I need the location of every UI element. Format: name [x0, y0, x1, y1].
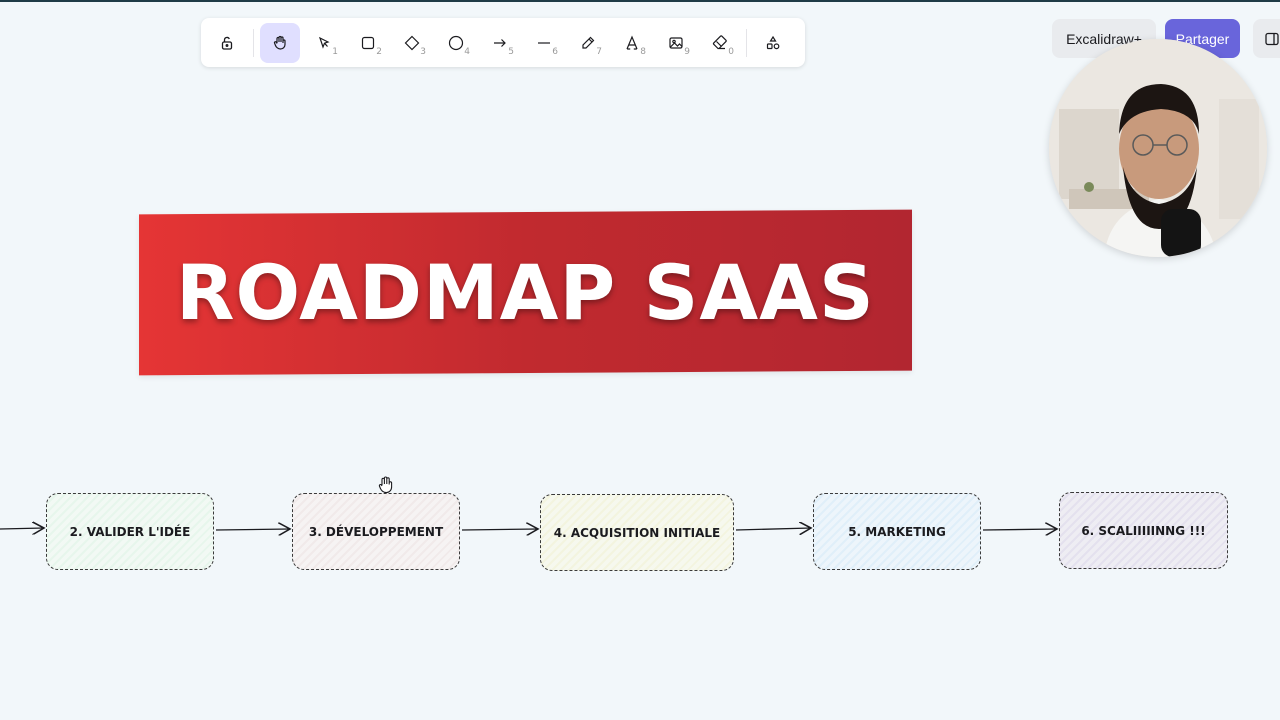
arrow-tool[interactable]: 5 — [480, 23, 520, 63]
tool-shortcut: 3 — [420, 46, 426, 57]
tool-shortcut: 9 — [684, 46, 690, 57]
rectangle-icon — [361, 36, 375, 49]
presenter-video — [1049, 39, 1267, 257]
tool-shortcut: 1 — [332, 46, 338, 57]
arrow-step-2-to-3[interactable] — [215, 529, 290, 530]
image-tool[interactable]: 9 — [656, 23, 696, 63]
arrow-step-4-to-5[interactable] — [735, 528, 811, 530]
hand-tool[interactable] — [260, 22, 300, 63]
eraser-tool[interactable]: 0 — [700, 23, 740, 63]
shapes-library-icon — [766, 35, 780, 49]
selection-icon — [318, 36, 330, 49]
sidebar-toggle-icon — [1265, 32, 1279, 45]
hand-cursor-icon — [378, 476, 393, 494]
roadmap-title-banner[interactable]: ROADMAP SAAS — [139, 209, 912, 376]
arrow-icon — [494, 38, 506, 47]
shapes-library-tool[interactable] — [753, 23, 793, 63]
toolbar-divider — [253, 28, 254, 57]
webcam-overlay — [1049, 39, 1267, 257]
text-tool[interactable]: 8 — [612, 23, 652, 63]
step-scaling[interactable]: 6. SCALIIIIINNG !!! — [1059, 492, 1228, 569]
arrow-step-5-to-6[interactable] — [982, 529, 1057, 530]
toolbar-divider — [746, 28, 747, 57]
selection-tool[interactable]: 1 — [304, 23, 344, 63]
line-tool[interactable]: 6 — [524, 23, 564, 63]
step-initial-acquisition[interactable]: 4. ACQUISITION INITIALE — [540, 494, 734, 571]
tool-shortcut: 7 — [596, 46, 602, 57]
step-marketing[interactable]: 5. MARKETING — [813, 493, 981, 570]
pencil-tool[interactable]: 7 — [568, 23, 608, 63]
ellipse-tool[interactable]: 4 — [436, 23, 476, 63]
tool-shortcut: 2 — [376, 46, 382, 57]
hand-icon — [273, 35, 286, 50]
sidebar-toggle-button[interactable] — [1253, 19, 1280, 58]
step-validate-idea[interactable]: 2. VALIDER L'IDÉE — [46, 493, 214, 570]
tool-shortcut: 8 — [640, 46, 646, 57]
lock-tool[interactable] — [207, 23, 247, 63]
rectangle-tool[interactable]: 2 — [348, 23, 388, 63]
arrow-to-step-2[interactable] — [0, 528, 44, 529]
text-icon — [626, 34, 638, 50]
image-icon — [669, 36, 683, 49]
tool-shortcut: 4 — [464, 46, 470, 57]
eraser-icon — [712, 34, 727, 49]
tool-shortcut: 6 — [552, 46, 558, 57]
diamond-tool[interactable]: 3 — [392, 23, 432, 63]
tool-shortcut: 5 — [508, 46, 514, 57]
drawing-toolbar: 1 2 3 4 5 6 7 8 9 0 — [201, 18, 805, 67]
tool-shortcut: 0 — [728, 46, 734, 57]
diamond-icon — [404, 35, 420, 50]
lock-icon — [221, 36, 233, 50]
ellipse-icon — [448, 35, 464, 50]
banner-title: ROADMAP SAAS — [176, 248, 875, 337]
pencil-icon — [582, 36, 595, 49]
step-development[interactable]: 3. DÉVELOPPEMENT — [292, 493, 460, 570]
window-top-border — [0, 0, 1280, 2]
line-icon — [538, 41, 550, 44]
arrow-step-3-to-4[interactable] — [461, 529, 538, 530]
